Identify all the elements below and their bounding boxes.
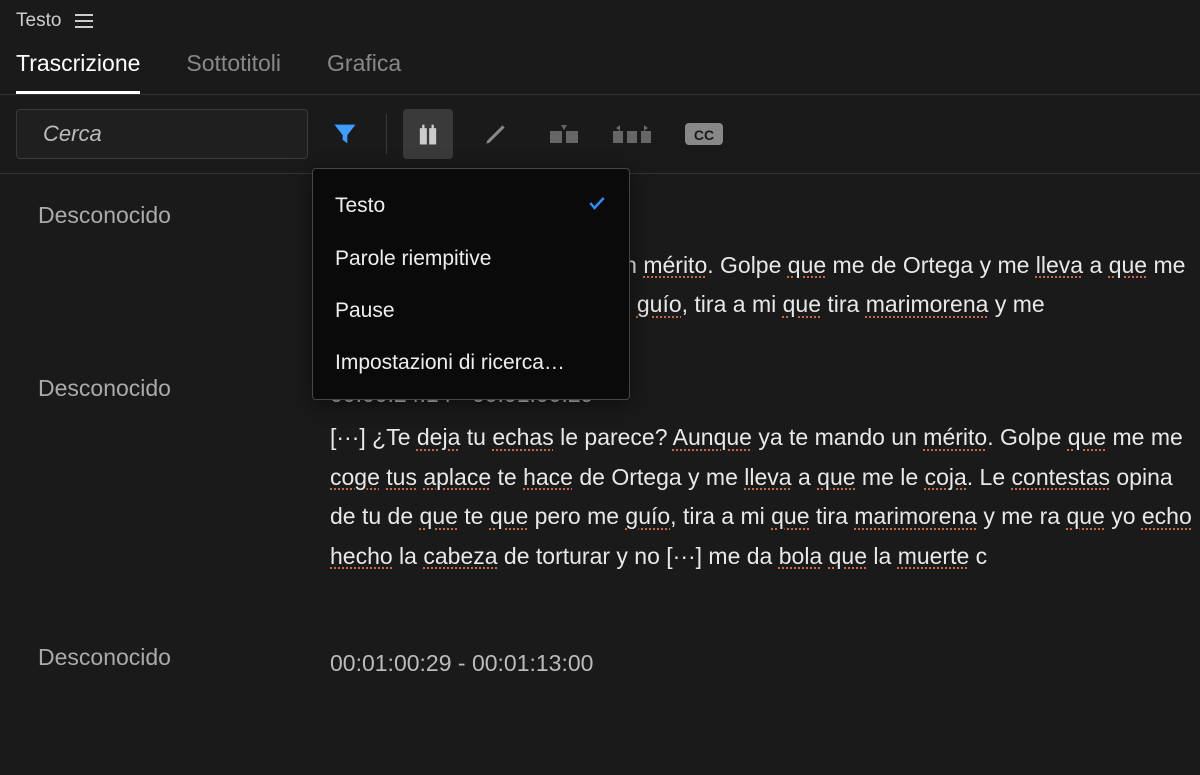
tabs-bar: Trascrizione Sottotitoli Grafica [0,36,1200,95]
panel-title: Testo [16,10,61,32]
tab-graphics[interactable]: Grafica [327,50,401,94]
tab-subtitles[interactable]: Sottotitoli [186,50,281,94]
replace-clip-button[interactable] [539,109,589,159]
filter-option-label: Testo [335,194,385,218]
filter-option-label: Parole riempitive [335,247,491,271]
insert-pause-button[interactable] [403,109,453,159]
filter-option-fillers[interactable]: Parole riempitive [313,233,629,285]
svg-text:CC: CC [694,127,714,143]
filter-option-pauses[interactable]: Pause [313,285,629,337]
speaker-label: Desconocido [0,202,330,325]
filter-option-label: Impostazioni di ricerca… [335,351,565,375]
timecode: 00:01:00:29 - 00:01:13:00 [330,644,1200,684]
toolbar-divider [386,114,387,154]
pause-markers-icon [414,120,442,148]
filter-option-text[interactable]: Testo [313,179,629,233]
edit-button[interactable] [471,109,521,159]
toolbar: CC Testo Parole riempitive Pause Imposta… [0,95,1200,173]
cc-icon: CC [684,120,724,148]
filter-button[interactable] [320,109,370,159]
checkmark-icon [587,193,607,219]
transcript-segment[interactable]: Desconocido 00:01:00:29 - 00:01:13:00 [0,616,1200,688]
replace-clip-expand-button[interactable] [607,109,657,159]
replace-clip-icon [547,121,581,147]
filter-option-label: Pause [335,299,395,323]
speaker-label: Desconocido [0,644,330,688]
transcript-text[interactable]: [···] ¿Te deja tu echas le parece? Aunqu… [330,418,1200,576]
tab-transcription[interactable]: Trascrizione [16,50,140,94]
pencil-icon [483,121,509,147]
speaker-label: Desconocido [0,375,330,577]
search-box[interactable] [16,109,308,159]
search-input[interactable] [43,121,335,147]
transcript-segment[interactable]: Desconocido 00:00:24:14 - 00:01:00:29 [·… [0,365,1200,617]
filter-icon [331,120,359,148]
replace-clip-expand-icon [611,121,653,147]
cc-button[interactable]: CC [679,109,729,159]
filter-option-search-settings[interactable]: Impostazioni di ricerca… [313,337,629,389]
filter-dropdown: Testo Parole riempitive Pause Impostazio… [312,168,630,400]
panel-menu-icon[interactable] [75,14,93,28]
